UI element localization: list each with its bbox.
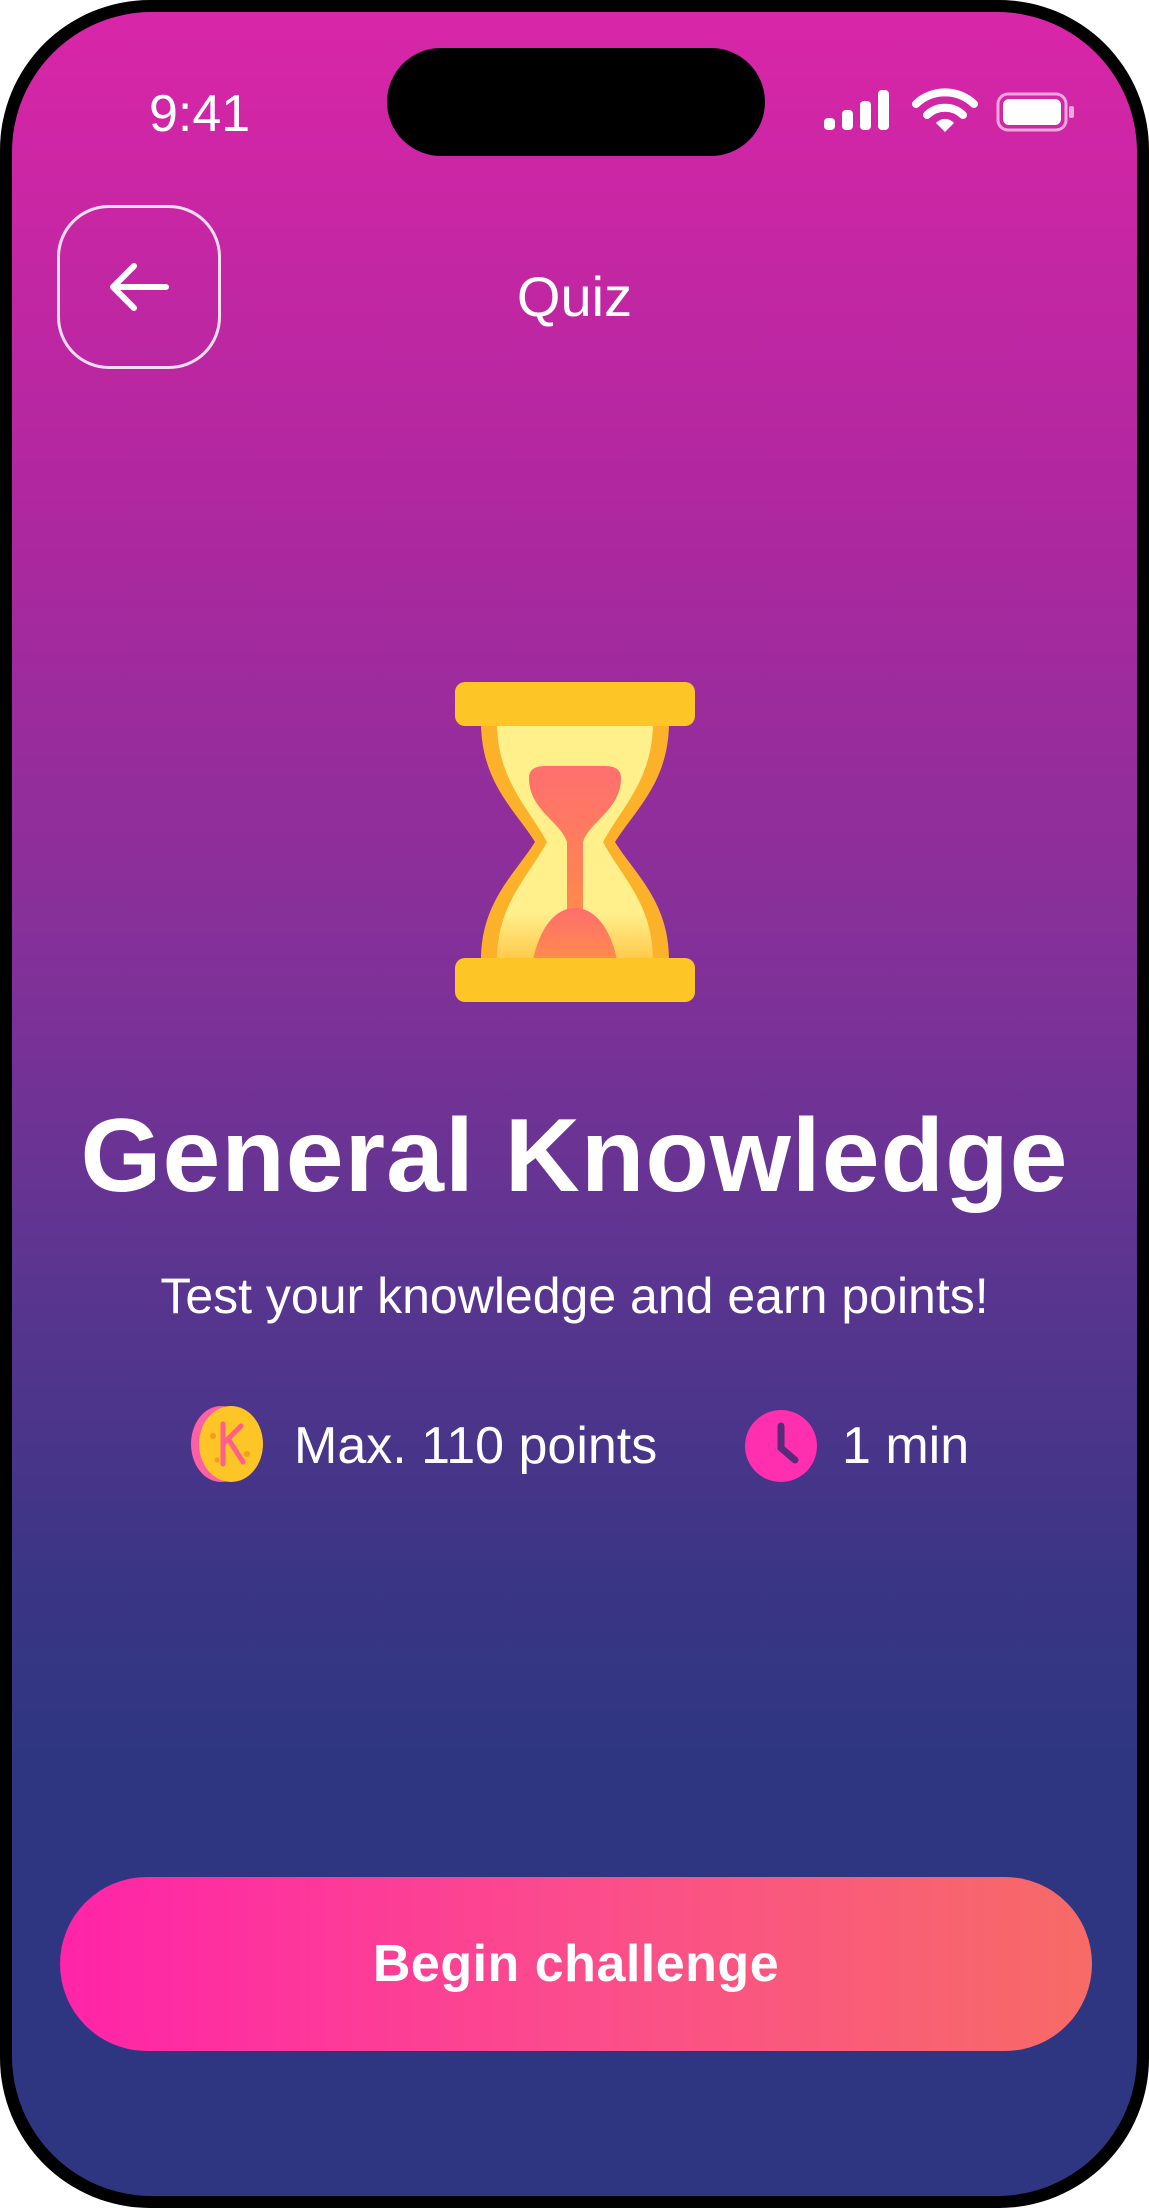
clock-icon (745, 1410, 817, 1482)
battery-icon (996, 92, 1074, 132)
dynamic-island (387, 48, 765, 156)
points-label: Max. 110 points (294, 1417, 658, 1475)
phone-frame: 9:41 Quiz General Knowledge Test your kn… (0, 0, 1149, 2208)
time-label: 1 min (842, 1417, 970, 1475)
wifi-icon (912, 88, 978, 132)
signal-icon (824, 90, 889, 130)
quiz-title: General Knowledge (80, 1098, 1069, 1214)
quiz-subtitle: Test your knowledge and earn points! (160, 1268, 989, 1324)
screen: 9:41 Quiz General Knowledge Test your kn… (12, 12, 1137, 2196)
coin-icon (191, 1406, 263, 1482)
page-title: Quiz (516, 265, 633, 328)
quiz-meta: Max. 110 points 1 min (12, 1402, 1137, 1492)
hourglass-icon (455, 682, 695, 1002)
status-time: 9:41 (149, 85, 251, 143)
begin-challenge-button[interactable]: Begin challenge (60, 1877, 1092, 2051)
